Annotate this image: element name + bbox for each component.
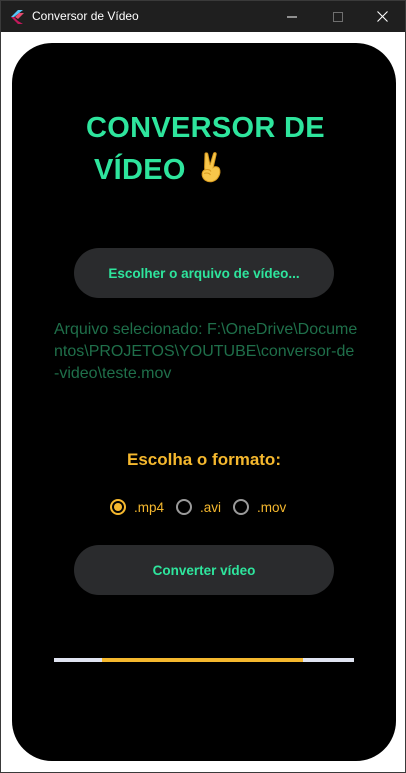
format-title: Escolha o formato: (127, 450, 281, 469)
radio-avi[interactable] (176, 499, 193, 515)
page-title: CONVERSOR DE VÍDEO (86, 107, 336, 195)
radio-mov[interactable] (233, 499, 250, 515)
progress-bar (54, 658, 354, 662)
title-bar[interactable]: Conversor de Vídeo (1, 1, 405, 32)
radio-selected-dot (114, 503, 122, 511)
window-title: Conversor de Vídeo (32, 9, 139, 23)
close-button[interactable] (359, 1, 405, 32)
minimize-icon (287, 7, 297, 26)
format-label-avi: .avi (200, 499, 222, 515)
progress-bar-fill (102, 658, 303, 662)
minimize-button[interactable] (269, 1, 315, 32)
convert-button[interactable]: Converter vídeo (74, 545, 334, 595)
maximize-icon (333, 7, 343, 26)
format-option-mp4[interactable]: .mp4 (110, 499, 164, 515)
app-window: Conversor de Vídeo CONVERSOR DE VÍDEO Es… (0, 0, 406, 773)
flutter-logo-icon (10, 9, 24, 24)
format-radio-group: .mp4 .avi .mov (110, 499, 298, 515)
format-option-avi[interactable]: .avi (176, 499, 221, 515)
format-label-mov: .mov (257, 499, 287, 515)
app-content: CONVERSOR DE VÍDEO Escolher o arquivo de… (12, 43, 396, 761)
selected-file-label: Arquivo selecionado: F:\OneDrive\Documen… (54, 321, 358, 382)
format-label-mp4: .mp4 (134, 499, 165, 515)
radio-mp4[interactable] (110, 499, 126, 515)
page-title-line2-wrap: VÍDEO (86, 149, 336, 195)
format-option-mov[interactable]: .mov (233, 499, 286, 515)
victory-hand-icon (196, 151, 226, 195)
close-icon (376, 7, 388, 26)
page-title-line1: CONVERSOR DE (86, 112, 325, 144)
page-title-line2: VÍDEO (94, 154, 186, 186)
maximize-button[interactable] (315, 1, 361, 32)
choose-file-button[interactable]: Escolher o arquivo de vídeo... (74, 248, 334, 298)
